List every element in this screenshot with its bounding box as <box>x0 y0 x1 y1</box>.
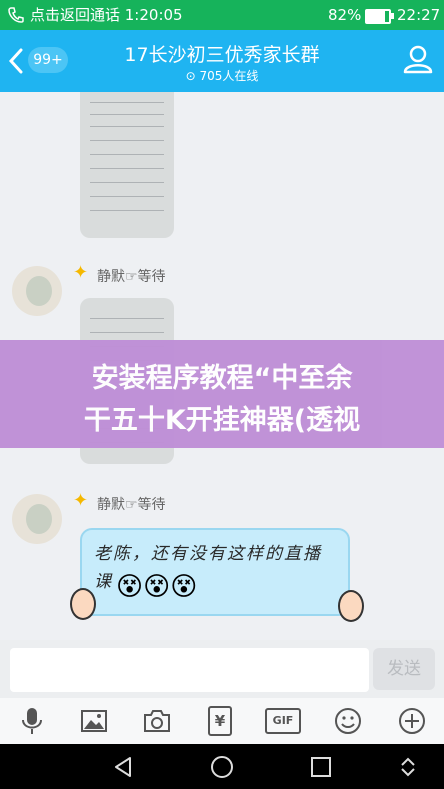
message-input[interactable] <box>10 648 369 692</box>
bubble-decoration-left <box>70 588 96 620</box>
online-count-row: ⊙ 705人在线 <box>0 67 444 84</box>
image-icon[interactable] <box>72 698 116 744</box>
sender-name[interactable]: 静默☞等待 <box>97 266 166 286</box>
text-bubble[interactable]: 老陈，还有没有这样的直播课 😵😵😵 <box>80 528 350 616</box>
red-packet-icon[interactable]: ¥ <box>198 698 242 744</box>
input-toolbar: ¥ GIF <box>0 698 444 744</box>
nav-menu-icon[interactable] <box>400 757 416 777</box>
confused-emoji: 😵😵😵 <box>116 572 198 602</box>
emoji-icon[interactable] <box>326 698 370 744</box>
group-title: 17长沙初三优秀家长群 <box>124 44 320 66</box>
nav-back-icon[interactable] <box>112 756 134 778</box>
bubble-decoration-right <box>338 590 364 622</box>
member-level-icon: ✦ <box>73 262 89 283</box>
promo-overlay: 安装程序教程“中至余 干五十K开挂神器(透视 <box>0 340 444 448</box>
gif-icon[interactable]: GIF <box>261 698 305 744</box>
system-nav-bar <box>0 744 444 789</box>
input-bar: 发送 <box>0 640 444 698</box>
battery-percent: 82% <box>328 6 362 24</box>
microphone-icon[interactable] <box>10 698 54 744</box>
avatar[interactable] <box>12 266 62 316</box>
camera-icon[interactable] <box>135 698 179 744</box>
overlay-line-1: 安装程序教程“中至余 <box>91 363 353 394</box>
sender-name[interactable]: 静默☞等待 <box>97 494 166 514</box>
avatar[interactable] <box>12 494 62 544</box>
return-to-call-label[interactable]: 点击返回通话 1:20:05 <box>30 0 183 30</box>
nav-recents-icon[interactable] <box>310 756 332 778</box>
status-bar: 点击返回通话 1:20:05 82% 22:27 <box>0 0 444 30</box>
battery-icon <box>365 9 391 24</box>
plus-icon[interactable] <box>390 698 434 744</box>
clock: 22:27 <box>397 6 441 24</box>
overlay-line-2: 干五十K开挂神器(透视 <box>83 405 361 436</box>
online-icon: ⊙ <box>185 69 196 83</box>
image-message[interactable] <box>80 92 174 238</box>
send-button[interactable]: 发送 <box>373 648 435 690</box>
chat-header: 99+ 17长沙初三优秀家长群 ⊙ 705人在线 <box>0 30 444 92</box>
member-level-icon: ✦ <box>73 490 89 511</box>
online-count: 705人在线 <box>199 69 259 83</box>
nav-home-icon[interactable] <box>210 755 234 779</box>
phone-icon <box>8 7 24 23</box>
group-members-icon[interactable] <box>402 44 434 74</box>
